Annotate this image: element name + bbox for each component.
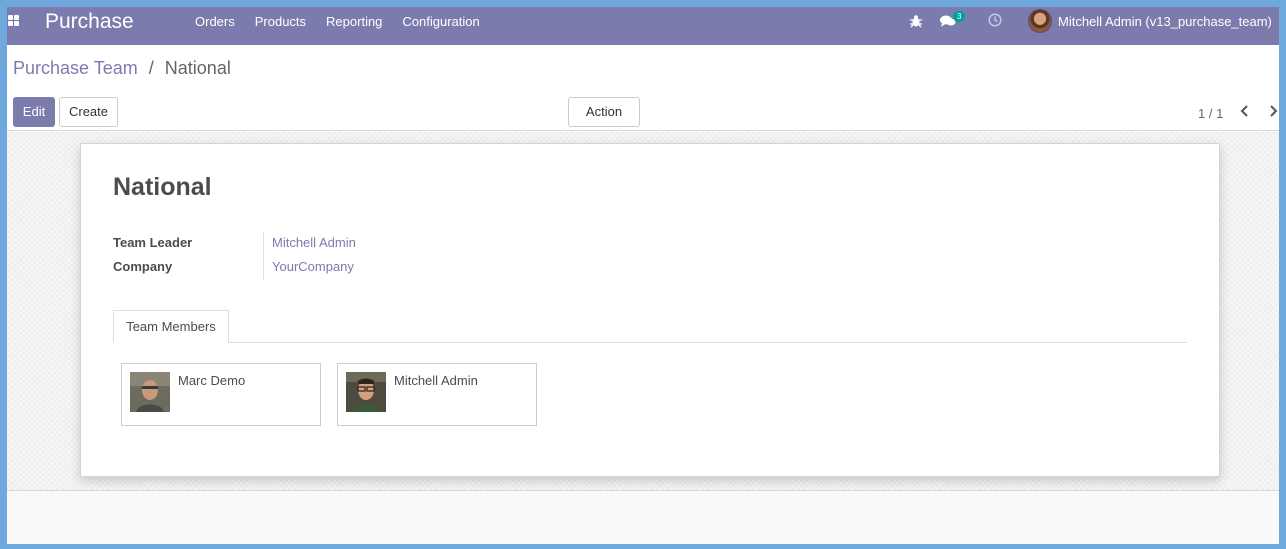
chevron-left-icon[interactable] <box>1235 101 1255 121</box>
action-label: Action <box>585 104 623 119</box>
tab-team-members[interactable]: Team Members <box>113 310 229 343</box>
menu-reporting[interactable]: Reporting <box>316 7 392 45</box>
field-label-team-leader: Team Leader <box>113 235 193 250</box>
form-sheet: National Team Leader Mitchell Admin Comp… <box>80 143 1220 477</box>
field-value-team-leader[interactable]: Mitchell Admin <box>272 235 356 250</box>
menu-orders[interactable]: Orders <box>185 7 245 45</box>
field-label-company: Company <box>113 259 173 274</box>
breadcrumb-separator: / <box>148 58 154 78</box>
create-button[interactable]: Create <box>59 97 118 127</box>
member-card[interactable]: Marc Demo <box>121 363 321 426</box>
action-dropdown-button[interactable]: Action <box>568 97 640 142</box>
app-window: Purchase Orders Products Reporting Confi… <box>7 7 1279 544</box>
activity-clock-icon[interactable] <box>988 13 1002 27</box>
field-divider <box>263 232 264 280</box>
control-panel: Purchase Team / National Edit Create Act… <box>7 45 1279 142</box>
member-photo <box>130 372 170 412</box>
member-photo <box>346 372 386 412</box>
menu-products[interactable]: Products <box>245 7 316 45</box>
pager-counter[interactable]: 1 / 1 <box>1198 106 1223 121</box>
breadcrumb-current: National <box>164 58 231 78</box>
record-title: National <box>113 173 212 201</box>
member-name: Mitchell Admin <box>394 373 478 388</box>
chat-counter-badge: 3 <box>953 11 966 22</box>
breadcrumb: Purchase Team / National <box>13 58 231 79</box>
apps-grid-icon[interactable] <box>8 15 20 27</box>
debug-bug-icon[interactable] <box>909 14 923 28</box>
user-menu[interactable]: Mitchell Admin (v13_purchase_team) <box>1058 14 1272 29</box>
tab-bar-line <box>113 342 1187 343</box>
menu-configuration[interactable]: Configuration <box>392 7 489 45</box>
app-brand[interactable]: Purchase <box>45 10 134 34</box>
main-menu: Orders Products Reporting Configuration <box>185 7 490 45</box>
breadcrumb-parent[interactable]: Purchase Team <box>13 58 138 78</box>
member-card[interactable]: Mitchell Admin <box>337 363 537 426</box>
chevron-right-icon[interactable] <box>1263 101 1279 121</box>
edit-button[interactable]: Edit <box>13 97 55 127</box>
top-navbar: Purchase Orders Products Reporting Confi… <box>7 7 1279 45</box>
user-avatar[interactable] <box>1028 9 1052 33</box>
member-name: Marc Demo <box>178 373 246 388</box>
field-value-company[interactable]: YourCompany <box>272 259 354 274</box>
